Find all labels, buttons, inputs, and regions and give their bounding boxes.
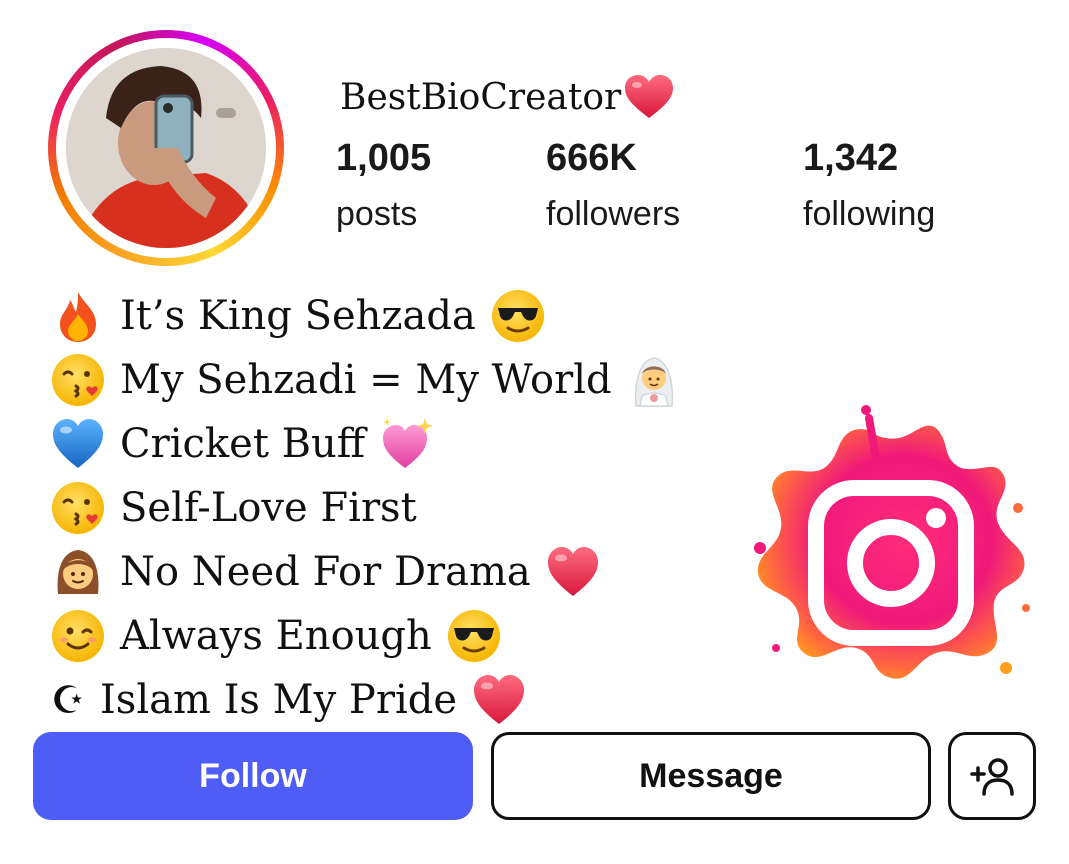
profile-username: BestBioCreator [340,74,675,120]
stat-followers-label: followers [546,195,681,233]
username-text: BestBioCreator [340,76,622,118]
bio-line-text: Cricket Buff [120,421,366,467]
bio-line-text: It’s King Sehzada [120,293,476,339]
bio-line: Self-Love First [50,476,682,540]
stat-posts[interactable]: 1,005 posts [336,136,431,236]
person-add-icon [970,758,1014,796]
bio-line-text: My Sehzadi = My World [120,357,612,403]
bio-line: It’s King Sehzada [50,284,682,348]
stat-following-label: following [803,195,936,233]
follow-button-label: Follow [199,756,307,795]
stat-posts-label: posts [336,195,418,233]
kiss-face-icon [50,352,106,408]
bio-line-text: No Need For Drama [120,549,531,595]
stat-following[interactable]: 1,342 following [803,136,935,236]
girl-icon [50,544,106,600]
crescent-star-icon: ☪ [50,678,86,722]
stat-followers[interactable]: 666K followers [546,136,680,236]
message-button-label: Message [639,756,783,795]
profile-avatar-ring[interactable] [48,30,284,266]
red-heart-icon [545,544,601,600]
red-heart-icon [623,74,675,120]
bio-line: Always Enough [50,604,682,668]
kiss-face-icon [50,480,106,536]
sparkling-heart-icon [379,416,435,472]
message-button[interactable]: Message [491,732,931,820]
bio-line-text: Islam Is My Pride [100,677,458,723]
fire-icon [50,288,106,344]
follow-button[interactable]: Follow [33,732,473,820]
sunglasses-icon [446,608,502,664]
instagram-logo-icon [736,398,1036,698]
profile-bio: It’s King Sehzada My Sehzadi = My World … [50,284,682,732]
bride-icon [626,352,682,408]
stat-following-value: 1,342 [803,137,899,179]
bio-line: Cricket Buff [50,412,682,476]
blue-heart-icon [50,416,106,472]
sunglasses-icon [490,288,546,344]
bio-line: My Sehzadi = My World [50,348,682,412]
bio-line-text: Self-Love First [120,485,417,531]
stat-posts-value: 1,005 [336,137,432,179]
avatar[interactable] [66,48,266,248]
avatar-photo [66,48,266,248]
bio-line: No Need For Drama [50,540,682,604]
stat-followers-value: 666K [546,137,637,179]
bio-line: ☪ Islam Is My Pride [50,668,682,732]
add-user-button[interactable] [948,732,1036,820]
red-heart-icon [471,672,527,728]
bio-line-text: Always Enough [120,613,432,659]
wink-face-icon [50,608,106,664]
